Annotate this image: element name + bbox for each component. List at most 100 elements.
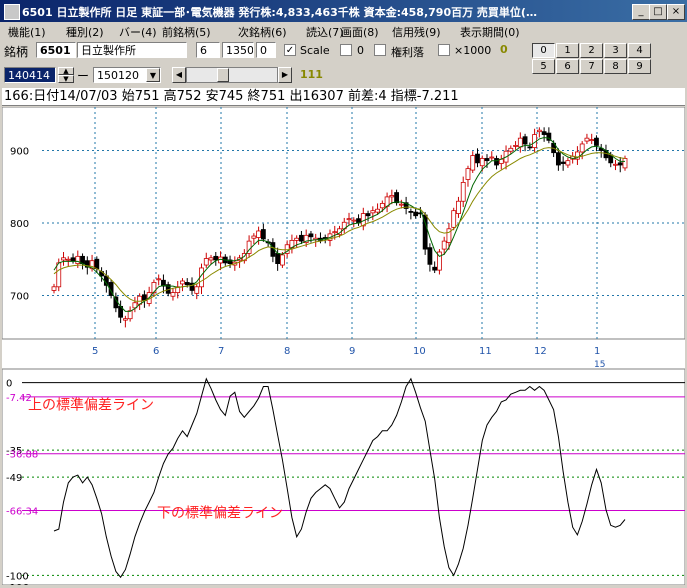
- menu-bar-option[interactable]: バー(4): [119, 24, 157, 40]
- candle-body: [589, 139, 595, 142]
- candle-body: [70, 257, 76, 262]
- candle-body: [122, 318, 128, 321]
- time-tick-label: 10: [413, 346, 426, 357]
- menu-prev-symbol[interactable]: 前銘柄(5): [162, 24, 211, 40]
- candle-body: [584, 137, 590, 142]
- candle-body: [251, 235, 257, 239]
- lower-band-annotation: 下の標準偏差ライン: [157, 506, 283, 522]
- app-icon: [4, 4, 20, 20]
- range-dash: ー: [77, 69, 90, 83]
- indicator-level-label: -49: [6, 473, 22, 484]
- chart-area: 700 800 900 5 6 7 8 9 10 11 12 1 15 0 -7.42 -35 -36.88 -4…: [1, 106, 686, 588]
- candle-body: [94, 258, 100, 270]
- candle-body: [275, 253, 281, 264]
- menu-type[interactable]: 種別(2): [66, 24, 104, 40]
- param-c-input[interactable]: 0: [256, 42, 276, 58]
- zero-label: 0: [357, 44, 364, 57]
- scroll-right-button[interactable]: ▶: [278, 67, 292, 83]
- chart-svg: 7008009005 6 7 8 9 10 11 12 1150-7.42-35-36.88-4…: [1, 106, 686, 588]
- time-tick-label: 1: [594, 346, 600, 357]
- number-button-0[interactable]: 0: [532, 43, 555, 58]
- candle-body: [308, 233, 314, 238]
- number-button-5[interactable]: 5: [532, 59, 555, 74]
- menu-display-period[interactable]: 表示期間(0): [460, 24, 520, 40]
- scale-checkbox[interactable]: ✓: [284, 44, 296, 56]
- price-tick-label: 700: [10, 292, 29, 303]
- symbol-label: 銘柄: [4, 45, 29, 59]
- candle-body: [61, 257, 66, 261]
- menu-next-symbol[interactable]: 次銘柄(6): [238, 24, 287, 40]
- candle-body: [451, 210, 457, 228]
- number-button-3[interactable]: 3: [604, 43, 627, 58]
- number-button-4[interactable]: 4: [628, 43, 651, 58]
- candle-body: [579, 143, 585, 153]
- close-button[interactable]: ×: [667, 4, 685, 20]
- price-tick-label: 800: [10, 219, 29, 230]
- candle-body: [494, 158, 499, 166]
- candle-body: [613, 163, 618, 166]
- x1000-label: ×1000: [454, 44, 492, 57]
- price-info-line: 166:日付14/07/03 始751 高752 安745 終751 出1630…: [2, 88, 685, 106]
- candle-body: [617, 162, 623, 166]
- number-button-7[interactable]: 7: [580, 59, 603, 74]
- symbol-name-field[interactable]: 日立製作所: [77, 42, 187, 58]
- minimize-button[interactable]: _: [632, 4, 650, 20]
- candle-body: [536, 129, 542, 133]
- scale-label: Scale: [300, 44, 330, 57]
- indicator-level-label: -36.88: [6, 450, 38, 461]
- candle-body: [398, 203, 404, 206]
- candle-body: [470, 155, 476, 171]
- candle-body: [389, 195, 395, 198]
- number-button-9[interactable]: 9: [628, 59, 651, 74]
- dropdown-icon[interactable]: ▼: [146, 68, 160, 82]
- candle-body: [127, 310, 133, 320]
- scroll-left-button[interactable]: ◀: [172, 67, 186, 83]
- candle-body: [260, 229, 266, 240]
- menu-load[interactable]: 読込(7): [306, 24, 344, 40]
- rights-label: 権利落: [391, 46, 424, 59]
- candle-body: [555, 152, 561, 166]
- indicator-level-label: -66.34: [6, 506, 38, 517]
- date-up-button[interactable]: ▲: [58, 67, 74, 75]
- candle-body: [375, 208, 380, 213]
- date-down-button[interactable]: ▼: [58, 75, 74, 83]
- number-button-8[interactable]: 8: [604, 59, 627, 74]
- candle-body: [594, 137, 599, 146]
- candle-body: [194, 286, 200, 294]
- param-a-input[interactable]: 6: [196, 42, 220, 58]
- candle-body: [460, 182, 466, 202]
- candle-body: [156, 278, 162, 281]
- number-button-2[interactable]: 2: [580, 43, 603, 58]
- x1000-checkbox[interactable]: [438, 44, 450, 56]
- menu-bar: 機能(1) 種別(2) バー(4) 前銘柄(5) 次銘柄(6) 読込(7) 画面…: [0, 22, 687, 40]
- indicator-level-label: -100: [6, 571, 29, 582]
- maximize-button[interactable]: □: [649, 4, 667, 20]
- candle-body: [475, 153, 480, 164]
- number-button-1[interactable]: 1: [556, 43, 579, 58]
- menu-screen[interactable]: 画面(8): [341, 24, 379, 40]
- candle-body: [513, 145, 518, 147]
- scrollbar-thumb[interactable]: [217, 68, 229, 82]
- menu-function[interactable]: 機能(1): [8, 24, 46, 40]
- period-scrollbar[interactable]: [186, 67, 278, 83]
- symbol-code-input[interactable]: 6501: [36, 42, 76, 58]
- price-tick-label: 900: [10, 147, 29, 158]
- candle-body: [256, 230, 262, 238]
- candle-body: [294, 237, 300, 241]
- candle-body: [65, 258, 71, 261]
- date-from-input[interactable]: 140414: [4, 67, 56, 83]
- title-bar: 6501 日立製作所 日足 東証一部･電気機器 発行株:4,833,463千株 …: [0, 0, 687, 22]
- candle-body: [299, 234, 304, 242]
- candle-body: [508, 147, 514, 152]
- candle-body: [213, 255, 219, 261]
- param-b-input[interactable]: 1350: [222, 42, 254, 58]
- candle-body: [622, 158, 628, 169]
- zero-checkbox[interactable]: [340, 44, 352, 56]
- candle-body: [565, 160, 571, 166]
- menu-margin[interactable]: 信用残(9): [392, 24, 441, 40]
- candle-body: [346, 218, 352, 221]
- candle-body: [170, 292, 176, 297]
- number-button-6[interactable]: 6: [556, 59, 579, 74]
- candle-body: [541, 131, 547, 135]
- rights-checkbox[interactable]: [374, 44, 386, 56]
